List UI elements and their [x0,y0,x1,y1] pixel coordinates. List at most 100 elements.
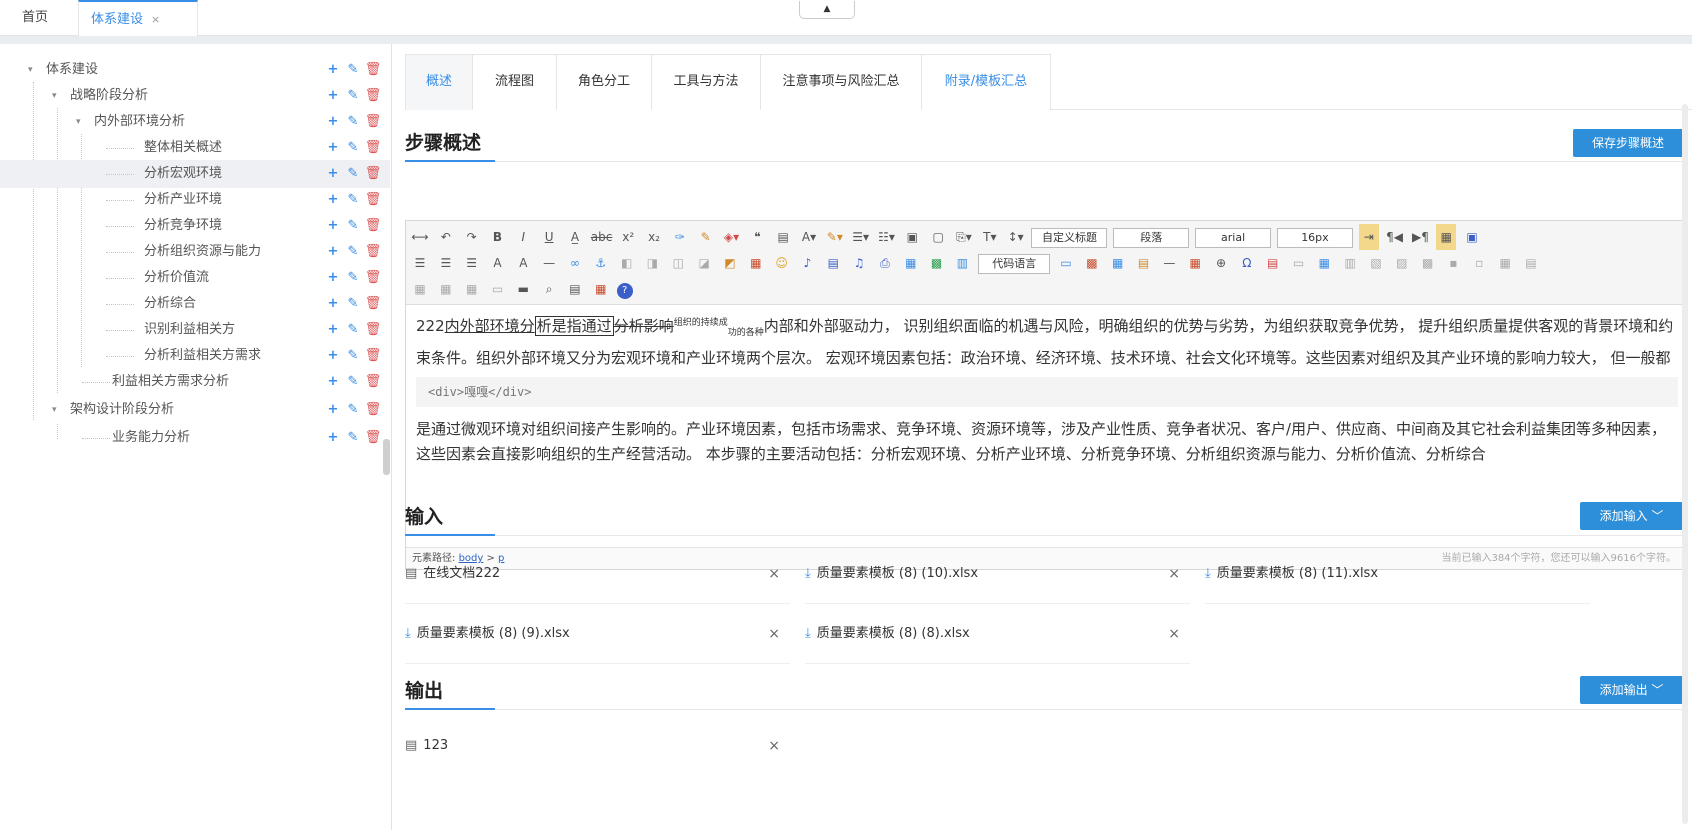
align-right-icon[interactable]: ☰ [462,250,482,276]
edit-icon[interactable]: ✎ [343,342,363,370]
background-color-icon[interactable]: ✎▾ [825,224,845,250]
horizontal-rule-icon[interactable]: — [539,250,559,276]
code-language-select[interactable]: 代码语言 [978,253,1051,274]
font-size-select[interactable]: 16px [1276,227,1353,248]
tree-node-识别利益相关方[interactable]: 识别利益相关方 + ✎ 🗑 [0,316,390,344]
merge-cells-icon[interactable]: ▪ [1443,250,1463,276]
delete-icon[interactable]: 🗑 [363,108,383,136]
delete-icon[interactable]: 🗑 [363,290,383,318]
line-height-icon[interactable]: ↕▾ [1006,224,1026,250]
input-file-item[interactable]: ⤓ 质量要素模板 (8) (9).xlsx × [405,604,790,664]
tree-node-分析竞争环境[interactable]: 分析竞争环境 + ✎ 🗑 [0,212,390,240]
edit-icon[interactable]: ✎ [343,238,363,266]
image-none-icon[interactable]: ◪ [694,250,714,276]
close-icon[interactable]: × [768,716,780,776]
preview-icon[interactable]: ⌕ [539,276,559,302]
font-decrease-icon[interactable]: A [513,250,533,276]
file-name[interactable]: 在线文档222 [423,566,500,581]
table-props-icon[interactable]: ▦ [462,276,482,302]
background-icon[interactable]: ▩ [1082,250,1102,276]
delete-icon[interactable]: 🗑 [363,396,383,424]
close-icon[interactable]: × [1168,544,1180,604]
delete-icon[interactable]: 🗑 [363,424,383,452]
tab-system-construction[interactable]: 体系建设 × [78,0,198,36]
select-all-icon[interactable]: ▣ [902,224,922,250]
tab-overview[interactable]: 概述 [405,54,473,110]
tree-node-分析利益相关方需求[interactable]: 分析利益相关方需求 + ✎ 🗑 [0,342,390,370]
add-icon[interactable]: + [323,56,343,84]
wordimage-icon[interactable]: ▤ [1263,250,1283,276]
row-spacing-bottom-icon[interactable]: T▾ [980,224,1000,250]
tree-node-利益相关方需求分析[interactable]: 利益相关方需求分析 + ✎ 🗑 [0,368,390,396]
image-icon[interactable]: ◩ [720,250,740,276]
emotion-icon[interactable]: ☺ [772,250,792,276]
template-icon[interactable]: ▦ [1108,250,1128,276]
add-icon[interactable]: + [323,316,343,344]
tree-node-分析产业环境[interactable]: 分析产业环境 + ✎ 🗑 [0,186,390,214]
attachment-icon[interactable]: ⎙ [875,250,895,276]
italic-icon[interactable]: I [513,224,533,250]
unordered-list-icon[interactable]: ☷▾ [876,224,896,250]
insert-frame-icon[interactable]: ▥ [952,250,972,276]
clear-doc-icon[interactable]: ▢ [928,224,948,250]
format-match-icon[interactable]: ✑ [670,224,690,250]
tab-home[interactable]: 首页 [10,0,60,36]
row-spacing-top-icon[interactable]: ⎘▾ [954,224,974,250]
hr-icon[interactable]: — [1159,250,1179,276]
print-icon[interactable]: ▬ [513,276,533,302]
output-file-item[interactable]: ▤ 123 × [405,716,790,776]
edit-icon[interactable]: ✎ [343,186,363,214]
delete-icon[interactable]: 🗑 [363,134,383,162]
add-icon[interactable]: + [323,396,343,424]
delete-icon[interactable]: 🗑 [363,82,383,110]
edit-icon[interactable]: ✎ [343,82,363,110]
caret-down-icon[interactable]: ▾ [76,108,81,136]
edit-icon[interactable]: ✎ [343,212,363,240]
file-name[interactable]: 质量要素模板 (8) (11).xlsx [1217,566,1378,581]
delete-icon[interactable]: 🗑 [363,316,383,344]
edit-icon[interactable]: ✎ [343,264,363,292]
music-icon[interactable]: ♪ [797,250,817,276]
font-color-icon[interactable]: A▾ [799,224,819,250]
edit-icon[interactable]: ✎ [343,134,363,162]
delete-icon[interactable]: 🗑 [363,368,383,396]
paragraph-select[interactable]: 段落 [1113,227,1190,248]
input-file-item[interactable]: ⤓ 质量要素模板 (8) (11).xlsx [1205,544,1590,604]
add-icon[interactable]: + [323,82,343,110]
undo-icon[interactable]: ↶ [436,224,456,250]
merge-down-icon[interactable]: ▦ [1495,250,1515,276]
delete-icon[interactable]: 🗑 [363,238,383,266]
edit-icon[interactable]: ✎ [343,424,363,452]
merge-right-icon[interactable]: ▫ [1469,250,1489,276]
page-break-icon[interactable]: ▭ [1056,250,1076,276]
add-output-button[interactable]: 添加输出 ﹀ [1580,676,1683,704]
input-file-item[interactable]: ⤓ 质量要素模板 (8) (8).xlsx × [805,604,1190,664]
edit-icon[interactable]: ✎ [343,290,363,318]
add-icon[interactable]: + [323,290,343,318]
tab-flowchart[interactable]: 流程图 [472,54,557,110]
caret-down-icon[interactable]: ▾ [52,82,57,110]
add-icon[interactable]: + [323,424,343,452]
delete-icon[interactable]: 🗑 [363,264,383,292]
tree-node-战略阶段分析[interactable]: ▾ 战略阶段分析 + ✎ 🗑 [0,82,390,110]
underline-icon[interactable]: U [539,224,559,250]
cell-props-icon[interactable]: ▭ [487,276,507,302]
add-icon[interactable]: + [323,212,343,240]
tree-node-整体相关概述[interactable]: 整体相关概述 + ✎ 🗑 [0,134,390,162]
delete-icon[interactable]: 🗑 [363,186,383,214]
bold-icon[interactable]: B [487,224,507,250]
caret-down-icon[interactable]: ▾ [52,396,57,424]
paste-plain-icon[interactable]: ▤ [773,224,793,250]
font-increase-icon[interactable]: A [487,250,507,276]
add-icon[interactable]: + [323,342,343,370]
search-replace-icon[interactable]: ▭ [1289,250,1309,276]
delete-icon[interactable]: 🗑 [363,212,383,240]
add-icon[interactable]: + [323,134,343,162]
tree-node-分析组织资源与能力[interactable]: 分析组织资源与能力 + ✎ 🗑 [0,238,390,266]
edit-icon[interactable]: ✎ [343,56,363,84]
input-file-item[interactable]: ▤ 在线文档222 × [405,544,790,604]
close-tab-icon[interactable]: × [151,13,160,26]
split-cells-icon[interactable]: ▤ [1521,250,1541,276]
insert-row-icon[interactable]: ▨ [1392,250,1412,276]
scrawl-icon[interactable]: ▤ [1134,250,1154,276]
